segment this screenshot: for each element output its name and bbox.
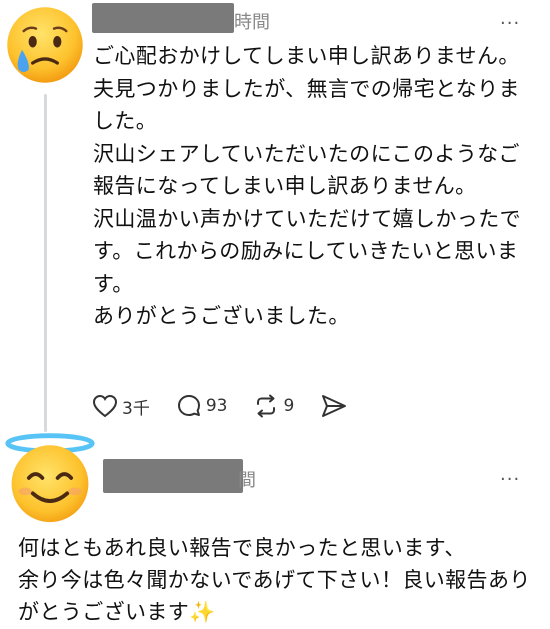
redacted-username[interactable] <box>92 3 234 33</box>
repost-count: 9 <box>283 396 295 416</box>
thread-line <box>44 94 47 432</box>
speech-bubble-icon <box>177 395 200 416</box>
crying-face-emoji-avatar[interactable] <box>4 4 86 86</box>
more-options-icon[interactable]: ... <box>500 464 520 485</box>
more-options-icon[interactable]: ... <box>500 8 520 29</box>
smiling-face-with-halo-emoji-avatar[interactable] <box>2 428 98 524</box>
heart-icon <box>92 394 118 418</box>
post-time: 間 <box>238 470 256 491</box>
repost-icon <box>257 394 276 418</box>
post-time: 時間 <box>234 12 270 33</box>
post-body: 何はともあれ良い報告で良かったと思います、 余り今は色々聞かないであげて下さい！… <box>18 536 531 624</box>
reply-count: 93 <box>205 396 228 416</box>
reply-button[interactable]: 93 <box>176 393 228 419</box>
like-count: 3千 <box>122 398 150 419</box>
share-button[interactable] <box>320 393 348 419</box>
repost-button[interactable]: 9 <box>253 393 294 419</box>
post-actions: 3千 93 9 <box>92 388 374 424</box>
like-button[interactable]: 3千 <box>92 394 150 419</box>
redacted-username[interactable] <box>103 459 243 493</box>
send-icon <box>322 395 347 417</box>
post-body: ご心配おかけしてしまい申し訳ありません。 夫見つかりましたが、無言での帰宅となり… <box>93 44 521 328</box>
